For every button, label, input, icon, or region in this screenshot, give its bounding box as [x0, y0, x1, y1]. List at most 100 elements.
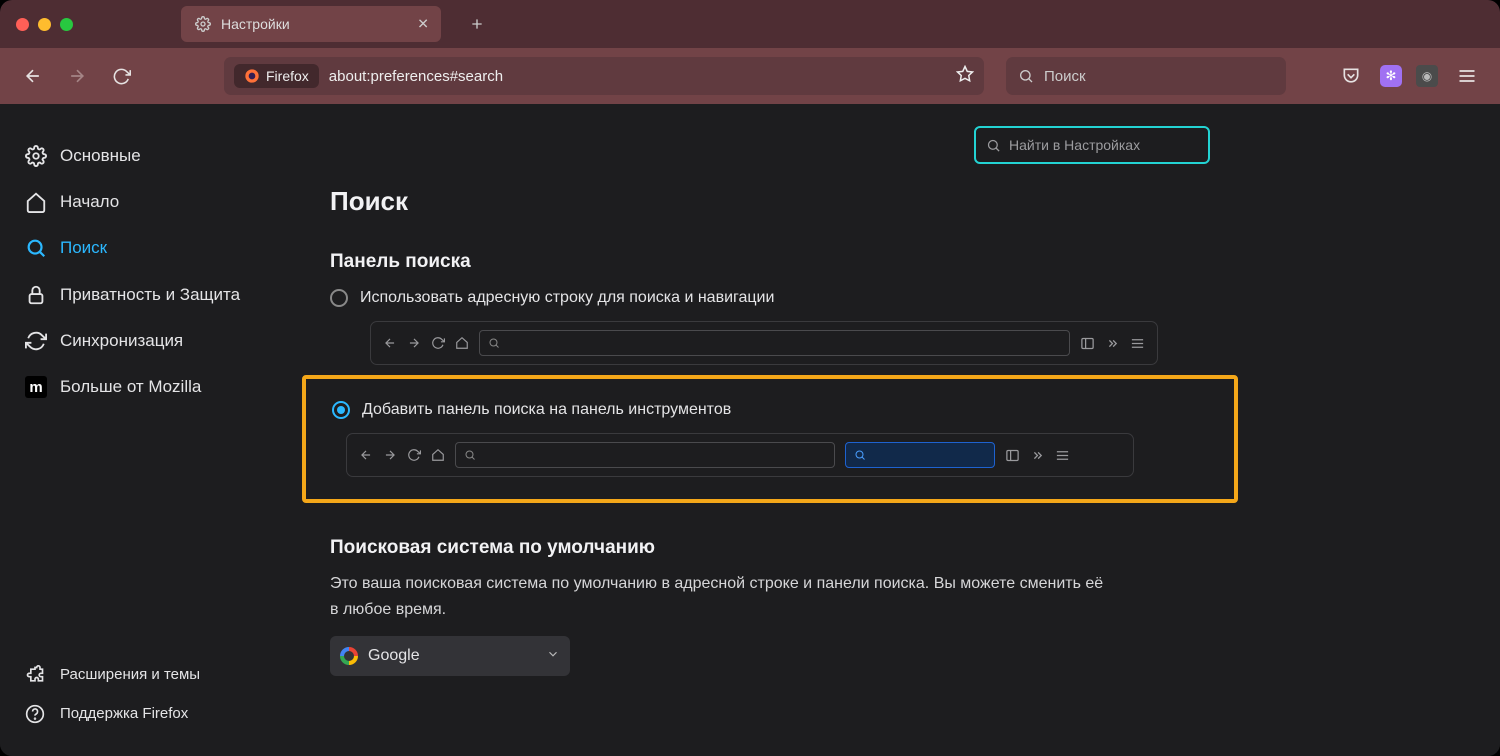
gear-icon [195, 16, 211, 32]
mock-searchbar [845, 442, 995, 468]
radio-option-separate-searchbar[interactable]: Добавить панель поиска на панель инструм… [332, 401, 1220, 419]
star-icon [956, 65, 974, 83]
radio-button-checked[interactable] [332, 401, 350, 419]
reload-button[interactable] [106, 61, 136, 91]
default-engine-description: Это ваша поисковая система по умолчанию … [330, 571, 1110, 622]
help-icon [25, 704, 45, 724]
toolbar-search[interactable]: Поиск [1006, 57, 1286, 95]
search-icon [488, 337, 500, 349]
search-icon [1018, 68, 1034, 84]
snowflake-icon: ✻ [1386, 68, 1397, 84]
highlighted-selection: Добавить панель поиска на панель инструм… [302, 375, 1238, 503]
maximize-window-button[interactable] [60, 18, 73, 31]
plus-icon [469, 16, 485, 32]
sidebar-item-privacy[interactable]: Приватность и Защита [0, 272, 290, 317]
back-button[interactable] [18, 61, 48, 91]
radio-label: Добавить панель поиска на панель инструм… [362, 401, 731, 419]
sidebar-item-label: Больше от Mozilla [60, 377, 201, 397]
search-icon [986, 138, 1001, 153]
arrow-right-icon [407, 336, 421, 350]
nav-toolbar: Firefox about:preferences#search Поиск ✻… [0, 48, 1500, 104]
brand-label: Firefox [266, 68, 309, 84]
mock-toolbar-with-searchbar [346, 433, 1134, 477]
mock-toolbar-addressbar-only [370, 321, 1158, 365]
sidebar-item-label: Приватность и Защита [60, 284, 240, 305]
mozilla-icon: m [25, 376, 47, 398]
pocket-icon [1341, 66, 1361, 86]
arrow-right-icon [383, 448, 397, 462]
shield-icon: ◉ [1422, 69, 1432, 83]
arrow-left-icon [359, 448, 373, 462]
settings-sidebar: Основные Начало Поиск Приватность и Защи… [0, 104, 290, 756]
google-icon [340, 647, 358, 665]
arrow-left-icon [383, 336, 397, 350]
radio-label: Использовать адресную строку для поиска … [360, 289, 774, 307]
close-window-button[interactable] [16, 18, 29, 31]
close-tab-button[interactable]: ✕ [417, 16, 429, 33]
address-bar[interactable]: Firefox about:preferences#search [224, 57, 984, 95]
sidebar-item-support[interactable]: Поддержка Firefox [0, 695, 290, 732]
chevron-down-icon [546, 647, 560, 666]
sidebar-item-sync[interactable]: Синхронизация [0, 319, 290, 363]
mock-addressbar [455, 442, 835, 468]
extension-ublock-button[interactable]: ◉ [1416, 65, 1438, 87]
sidebar-item-label: Поиск [60, 238, 107, 258]
chevrons-right-icon [1105, 336, 1120, 351]
home-icon [25, 191, 47, 213]
chevrons-right-icon [1030, 448, 1045, 463]
section-searchbar-heading: Панель поиска [330, 251, 1190, 273]
pocket-button[interactable] [1336, 61, 1366, 91]
arrow-left-icon [23, 66, 43, 86]
reload-icon [431, 336, 445, 350]
sidebar-icon [1080, 336, 1095, 351]
content-area: Основные Начало Поиск Приватность и Защи… [0, 104, 1500, 756]
title-bar: Настройки ✕ [0, 0, 1500, 48]
firefox-badge: Firefox [234, 64, 319, 88]
hamburger-icon [1130, 336, 1145, 351]
sync-icon [25, 330, 47, 352]
home-icon [455, 336, 469, 350]
new-tab-button[interactable] [461, 8, 493, 40]
sidebar-item-mozilla[interactable]: m Больше от Mozilla [0, 365, 290, 409]
default-engine-select[interactable]: Google [330, 636, 570, 676]
settings-search-input[interactable]: Найти в Настройках [974, 126, 1210, 164]
bookmark-button[interactable] [956, 65, 974, 87]
tab-title: Настройки [221, 16, 290, 32]
hamburger-icon [1055, 448, 1070, 463]
sidebar-item-search[interactable]: Поиск [0, 226, 290, 270]
forward-button[interactable] [62, 61, 92, 91]
radio-option-addressbar[interactable]: Использовать адресную строку для поиска … [330, 289, 1190, 307]
home-icon [431, 448, 445, 462]
sidebar-item-extensions[interactable]: Расширения и темы [0, 656, 290, 693]
page-title: Поиск [330, 186, 1190, 217]
engine-selected-label: Google [368, 647, 420, 665]
lock-icon [25, 284, 47, 306]
radio-button[interactable] [330, 289, 348, 307]
firefox-icon [244, 68, 260, 84]
settings-search-placeholder: Найти в Настройках [1009, 137, 1140, 153]
sidebar-item-label: Начало [60, 192, 119, 212]
gear-icon [25, 145, 47, 167]
browser-tab[interactable]: Настройки ✕ [181, 6, 441, 42]
puzzle-icon [25, 665, 45, 685]
sidebar-item-home[interactable]: Начало [0, 180, 290, 224]
extension-snowflake-button[interactable]: ✻ [1380, 65, 1402, 87]
mock-addressbar [479, 330, 1070, 356]
search-icon [25, 237, 47, 259]
hamburger-icon [1457, 66, 1477, 86]
app-menu-button[interactable] [1452, 61, 1482, 91]
minimize-window-button[interactable] [38, 18, 51, 31]
arrow-right-icon [67, 66, 87, 86]
reload-icon [407, 448, 421, 462]
window-controls [16, 18, 73, 31]
sidebar-item-label: Расширения и темы [60, 666, 200, 683]
search-icon [854, 449, 866, 461]
url-text: about:preferences#search [329, 68, 503, 85]
sidebar-item-label: Основные [60, 146, 141, 166]
search-placeholder: Поиск [1044, 68, 1086, 85]
sidebar-item-label: Синхронизация [60, 331, 183, 351]
sidebar-icon [1005, 448, 1020, 463]
sidebar-item-general[interactable]: Основные [0, 134, 290, 178]
reload-icon [112, 67, 131, 86]
sidebar-item-label: Поддержка Firefox [60, 705, 188, 722]
